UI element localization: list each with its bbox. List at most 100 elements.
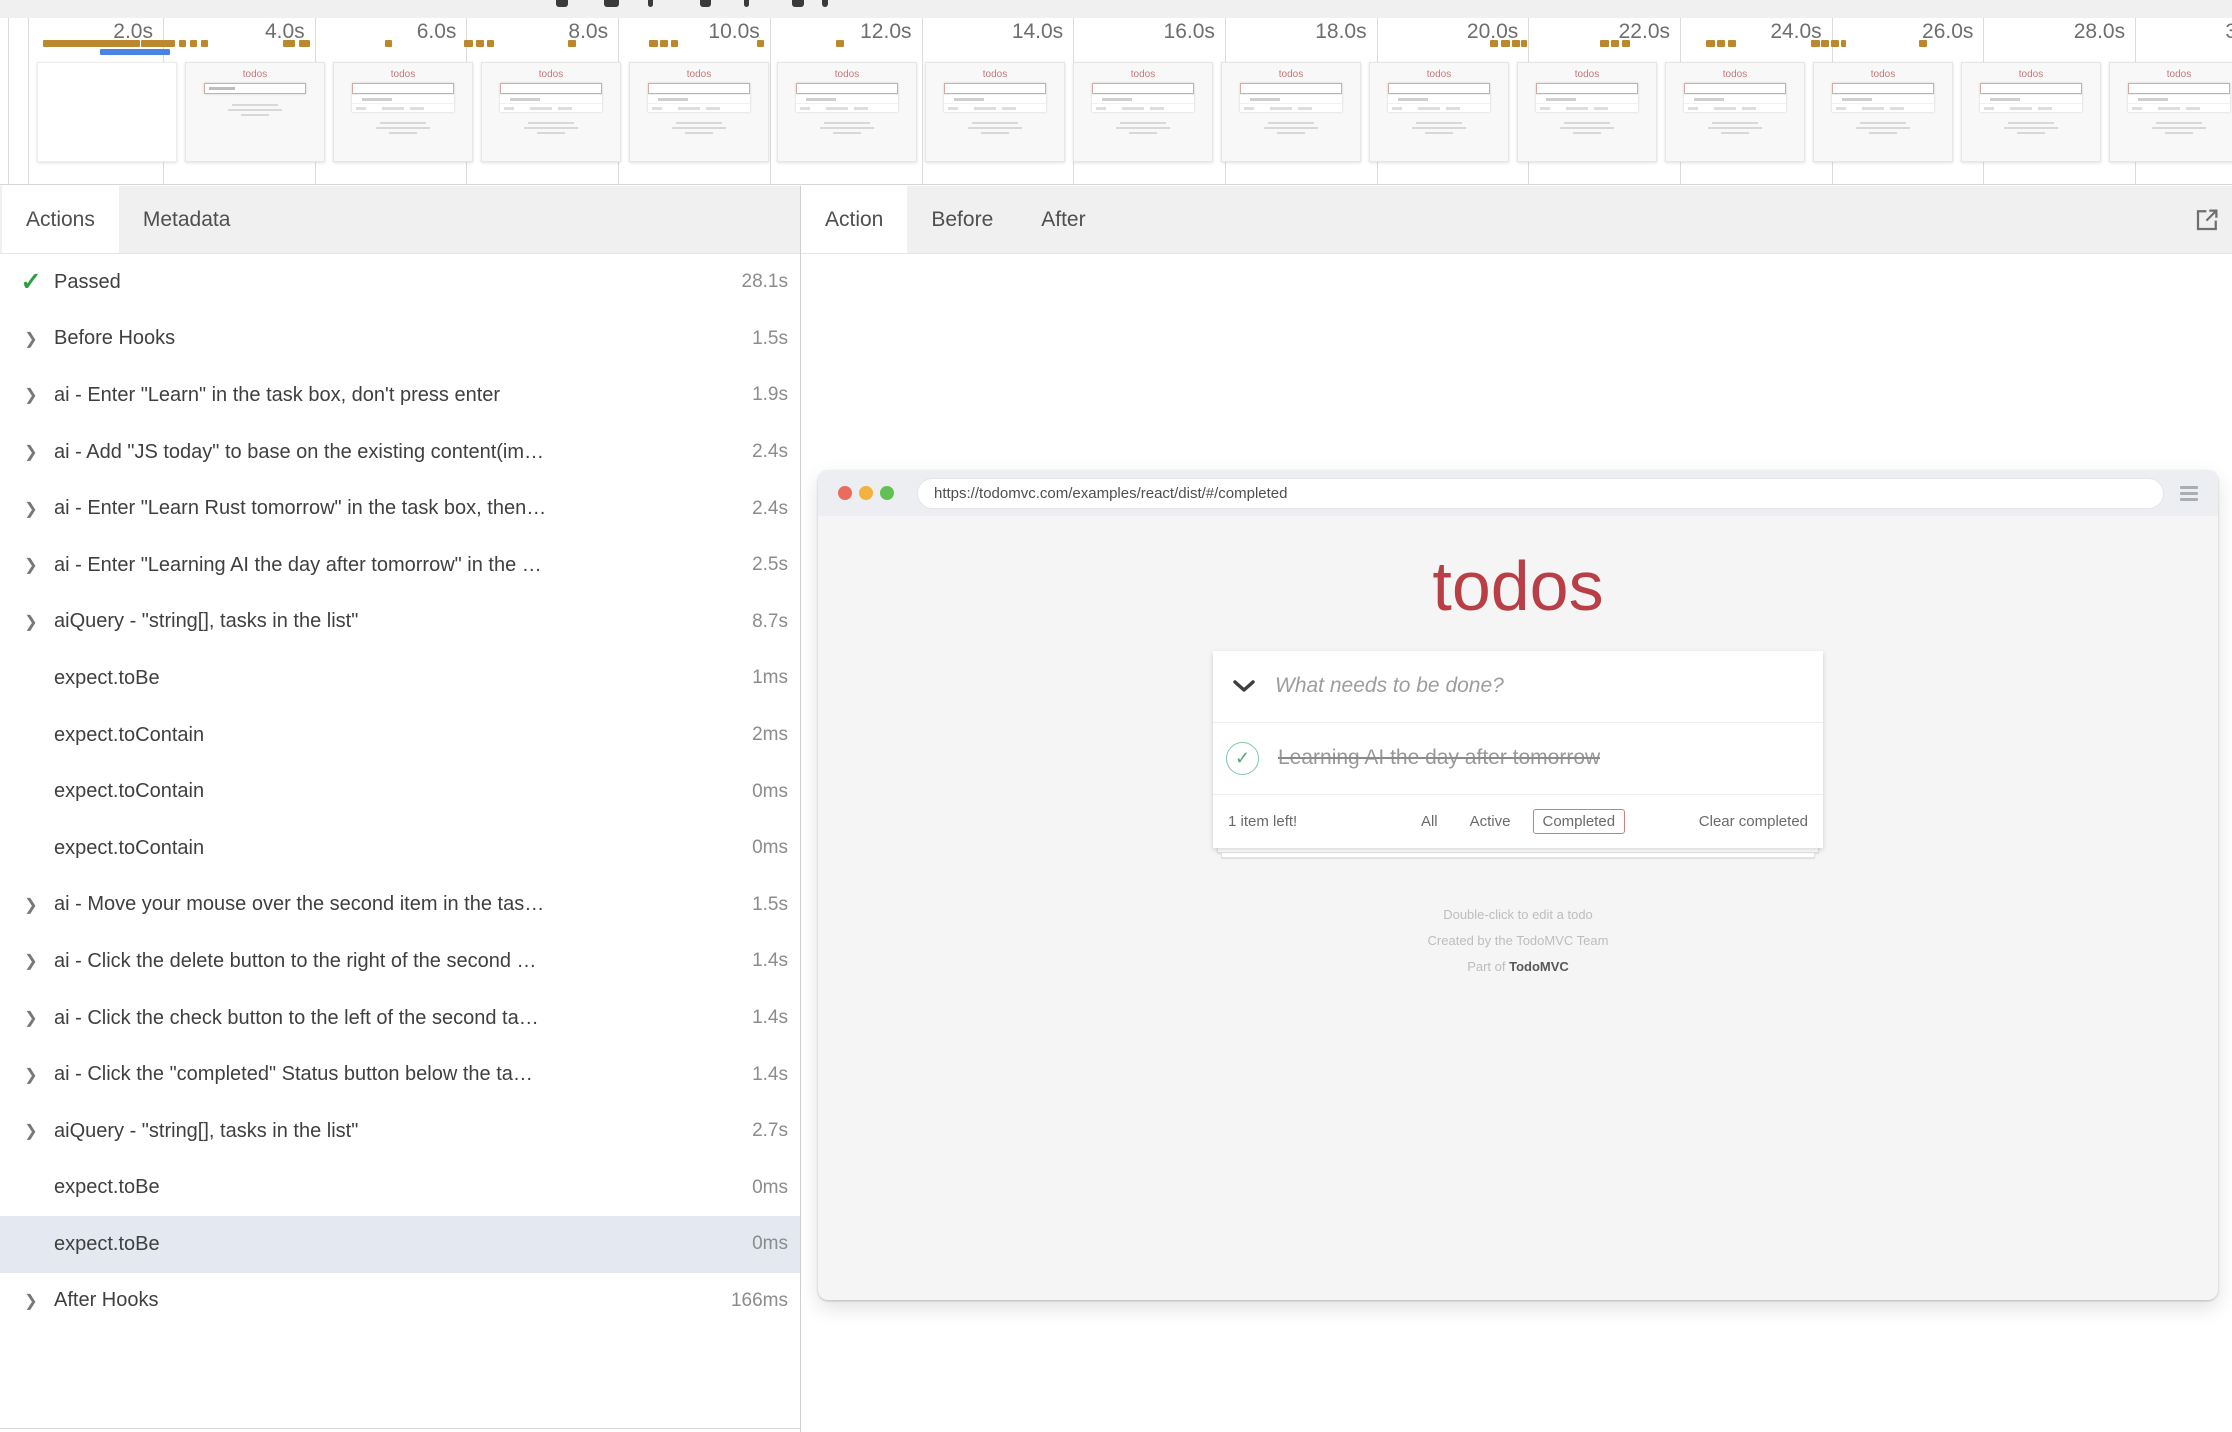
timeline-action-mark[interactable] (299, 40, 310, 47)
timeline-action-mark[interactable] (568, 40, 576, 47)
chevron-right-icon[interactable]: ❯ (16, 612, 46, 632)
tab-before[interactable]: Before (907, 186, 1017, 253)
address-bar[interactable]: https://todomvc.com/examples/react/dist/… (917, 478, 2164, 509)
timeline-action-mark[interactable] (385, 40, 392, 47)
filmstrip-thumbnail[interactable]: todos (1221, 62, 1361, 162)
timeline-action-mark[interactable] (1919, 40, 1927, 47)
timeline-action-mark[interactable] (190, 40, 197, 47)
chevron-right-icon[interactable]: ❯ (16, 951, 46, 971)
filmstrip-thumbnail[interactable]: todos (185, 62, 325, 162)
todo-item[interactable]: ✓ Learning AI the day after tomorrow (1213, 723, 1823, 795)
clear-completed-button[interactable]: Clear completed (1699, 813, 1808, 830)
chevron-right-icon[interactable]: ❯ (16, 895, 46, 915)
action-row[interactable]: ❯expect.toContain0ms (0, 820, 800, 877)
timeline-action-mark[interactable] (487, 40, 494, 47)
window-zoom-dot[interactable] (880, 486, 894, 500)
action-row[interactable]: ❯ai - Enter "Learn" in the task box, don… (0, 367, 800, 424)
timeline-action-mark[interactable] (649, 40, 658, 47)
tab-after[interactable]: After (1017, 186, 1109, 253)
tab-actions[interactable]: Actions (2, 186, 119, 253)
action-row[interactable]: ❯ai - Click the delete button to the rig… (0, 933, 800, 990)
filmstrip-thumbnail[interactable]: todos (333, 62, 473, 162)
filmstrip-thumbnail[interactable]: todos (777, 62, 917, 162)
timeline-action-mark[interactable] (179, 40, 186, 47)
timeline-action-mark[interactable] (201, 40, 208, 47)
filter-completed[interactable]: Completed (1532, 809, 1625, 834)
timeline-action-mark[interactable] (836, 40, 844, 47)
timeline-action-mark[interactable] (1728, 40, 1736, 47)
action-row[interactable]: ❯expect.toContain2ms (0, 707, 800, 764)
timeline-action-mark[interactable] (1622, 40, 1630, 47)
filmstrip-thumbnail[interactable]: todos (629, 62, 769, 162)
open-in-new-window-button[interactable] (2192, 205, 2224, 237)
timeline-action-mark[interactable] (1706, 40, 1715, 47)
filmstrip-thumbnail[interactable]: todos (481, 62, 621, 162)
action-row[interactable]: ❯ai - Move your mouse over the second it… (0, 877, 800, 934)
chevron-right-icon[interactable]: ❯ (16, 499, 46, 519)
action-row[interactable]: ❯ai - Enter "Learning AI the day after t… (0, 537, 800, 594)
timeline-action-mark[interactable] (1811, 40, 1820, 47)
todomvc-brand-link[interactable]: TodoMVC (1509, 959, 1569, 974)
filmstrip-thumbnail[interactable]: todos (1813, 62, 1953, 162)
window-minimize-dot[interactable] (859, 486, 873, 500)
timeline-action-mark[interactable] (1600, 40, 1609, 47)
timeline-action-mark[interactable] (1831, 40, 1839, 47)
filmstrip-thumbnail[interactable]: todos (1665, 62, 1805, 162)
panel-divider[interactable] (800, 186, 801, 1432)
filter-all[interactable]: All (1411, 809, 1448, 834)
browser-menu-icon[interactable] (2180, 486, 2198, 501)
window-close-dot[interactable] (838, 486, 852, 500)
action-row[interactable]: ❯expect.toBe0ms (0, 1160, 800, 1217)
chevron-right-icon[interactable]: ❯ (16, 1291, 46, 1311)
tab-metadata[interactable]: Metadata (119, 186, 255, 253)
timeline-action-mark[interactable] (141, 40, 175, 47)
chevron-right-icon[interactable]: ❯ (16, 329, 46, 349)
action-row[interactable]: ❯aiQuery - "string[], tasks in the list"… (0, 594, 800, 651)
chevron-right-icon[interactable]: ❯ (16, 1121, 46, 1141)
timeline-action-mark[interactable] (671, 40, 678, 47)
todo-completed-checkbox[interactable]: ✓ (1226, 742, 1259, 775)
timeline-action-mark[interactable] (660, 40, 668, 47)
timeline-action-mark[interactable] (283, 40, 295, 47)
action-row[interactable]: ❯ai - Click the check button to the left… (0, 990, 800, 1047)
filmstrip-thumbnail[interactable]: todos (1369, 62, 1509, 162)
chevron-right-icon[interactable]: ❯ (16, 1008, 46, 1028)
action-row[interactable]: ❯expect.toBe1ms (0, 650, 800, 707)
action-row[interactable]: ❯expect.toBe0ms (0, 1216, 800, 1273)
new-todo-input[interactable] (1275, 674, 1823, 698)
tab-action[interactable]: Action (801, 186, 907, 253)
timeline[interactable]: 2.0s4.0s6.0s8.0s10.0s12.0s14.0s16.0s18.0… (0, 18, 2232, 185)
timeline-action-mark[interactable] (464, 40, 473, 47)
action-row[interactable]: ❯After Hooks166ms (0, 1273, 800, 1330)
action-row[interactable]: ❯aiQuery - "string[], tasks in the list"… (0, 1103, 800, 1160)
action-row[interactable]: ❯Before Hooks1.5s (0, 311, 800, 368)
filmstrip-thumbnail[interactable]: todos (925, 62, 1065, 162)
timeline-action-mark[interactable] (757, 40, 764, 47)
timeline-action-mark[interactable] (1717, 40, 1725, 47)
chevron-right-icon[interactable]: ❯ (16, 1065, 46, 1085)
action-row[interactable]: ❯ai - Enter "Learn Rust tomorrow" in the… (0, 480, 800, 537)
filmstrip-thumbnail[interactable]: todos (1961, 62, 2101, 162)
chevron-right-icon[interactable]: ❯ (16, 385, 46, 405)
action-row[interactable]: ❯ai - Add "JS today" to base on the exis… (0, 424, 800, 481)
filmstrip-thumbnail[interactable]: todos (2109, 62, 2232, 162)
test-status-row[interactable]: ✓ Passed 28.1s (0, 254, 800, 311)
timeline-action-mark[interactable] (1521, 40, 1527, 47)
timeline-action-mark[interactable] (43, 40, 140, 47)
filmstrip-thumbnail[interactable] (37, 62, 177, 162)
action-row[interactable]: ❯expect.toContain0ms (0, 763, 800, 820)
filter-active[interactable]: Active (1460, 809, 1521, 834)
chevron-right-icon[interactable]: ❯ (16, 442, 46, 462)
filmstrip-thumbnail[interactable]: todos (1073, 62, 1213, 162)
chevron-right-icon[interactable]: ❯ (16, 555, 46, 575)
timeline-action-mark[interactable] (1841, 40, 1846, 47)
timeline-action-mark[interactable] (1512, 40, 1520, 47)
timeline-selected-action-bar[interactable] (100, 49, 170, 55)
timeline-action-mark[interactable] (476, 40, 484, 47)
timeline-action-mark[interactable] (1821, 40, 1829, 47)
timeline-action-mark[interactable] (1501, 40, 1510, 47)
filmstrip-thumbnail[interactable]: todos (1517, 62, 1657, 162)
timeline-action-mark[interactable] (1490, 40, 1498, 47)
action-row[interactable]: ❯ai - Click the "completed" Status butto… (0, 1046, 800, 1103)
timeline-action-mark[interactable] (1611, 40, 1619, 47)
